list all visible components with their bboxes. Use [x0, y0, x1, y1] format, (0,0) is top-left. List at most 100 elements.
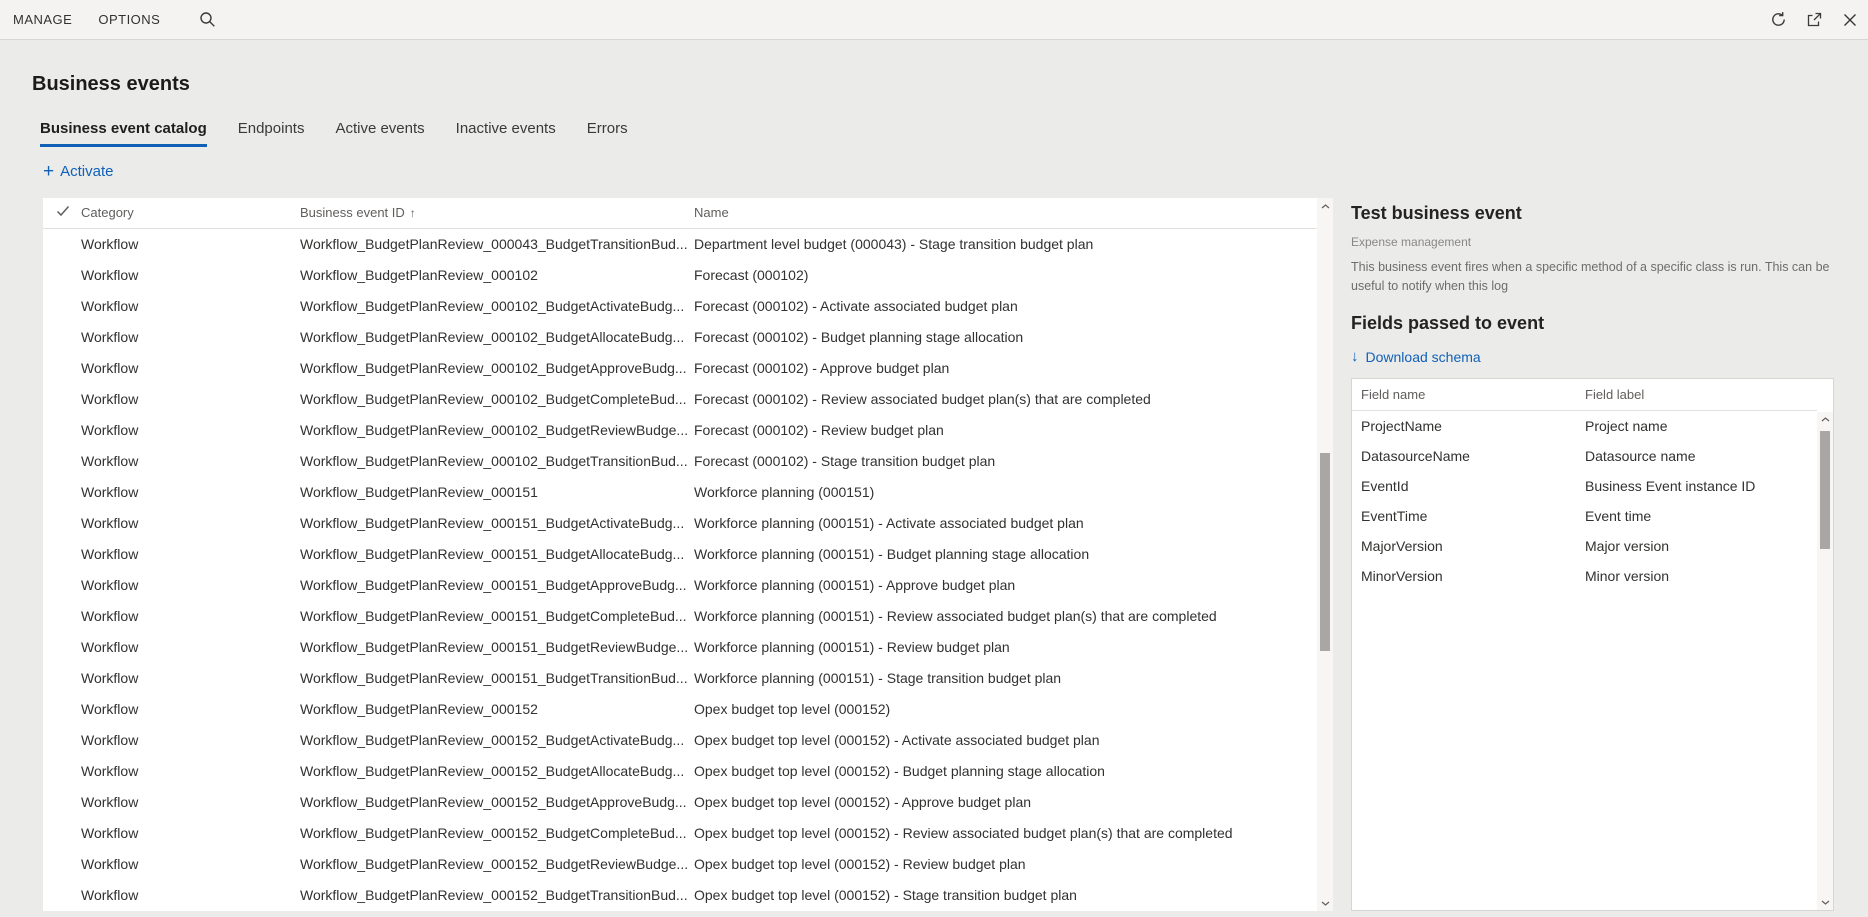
- scrollbar-track[interactable]: [1817, 428, 1833, 895]
- add-icon: +: [43, 161, 55, 182]
- row-select-cell[interactable]: [43, 259, 81, 290]
- row-select-cell[interactable]: [43, 569, 81, 600]
- field-name-cell: MinorVersion: [1361, 567, 1443, 584]
- row-select-cell[interactable]: [43, 755, 81, 786]
- column-header-field-name[interactable]: Field name: [1352, 378, 1576, 411]
- grid-row[interactable]: Workflow Workflow_BudgetPlanReview_00015…: [43, 631, 1317, 662]
- grid-row[interactable]: Workflow Workflow_BudgetPlanReview_00010…: [43, 352, 1317, 383]
- name-cell: Opex budget top level (000152) - Approve…: [694, 793, 1032, 810]
- fields-header-row: Field name Field label: [1352, 378, 1817, 411]
- tab[interactable]: Business event catalog: [40, 120, 207, 147]
- field-row[interactable]: MinorVersion Minor version: [1352, 561, 1817, 591]
- field-row[interactable]: ProjectName Project name: [1352, 411, 1817, 441]
- row-select-cell[interactable]: [43, 228, 81, 259]
- field-row[interactable]: EventTime Event time: [1352, 501, 1817, 531]
- tab[interactable]: Endpoints: [238, 120, 305, 147]
- grid-row[interactable]: Workflow Workflow_BudgetPlanReview_00015…: [43, 786, 1317, 817]
- close-icon: [1843, 13, 1857, 27]
- grid-row[interactable]: Workflow Workflow_BudgetPlanReview_00010…: [43, 259, 1317, 290]
- row-select-cell[interactable]: [43, 786, 81, 817]
- row-select-cell[interactable]: [43, 662, 81, 693]
- grid-scrollbar[interactable]: [1317, 198, 1333, 911]
- scroll-up-icon[interactable]: [1317, 198, 1333, 214]
- row-select-cell[interactable]: [43, 817, 81, 848]
- details-title: Test business event: [1351, 203, 1522, 223]
- details-panel: Test business event Expense management T…: [1351, 198, 1834, 911]
- field-name-cell: MajorVersion: [1361, 537, 1443, 554]
- grid-row[interactable]: Workflow Workflow_BudgetPlanReview_00010…: [43, 445, 1317, 476]
- refresh-button[interactable]: [1760, 0, 1796, 40]
- event-id-cell: Workflow_BudgetPlanReview_000151_BudgetA…: [300, 545, 685, 562]
- row-select-cell[interactable]: [43, 879, 81, 910]
- menu-item[interactable]: OPTIONS: [85, 0, 173, 40]
- tab[interactable]: Active events: [335, 120, 424, 147]
- search-button[interactable]: [189, 0, 225, 40]
- scroll-up-icon[interactable]: [1817, 412, 1833, 428]
- scrollbar-thumb[interactable]: [1820, 430, 1830, 549]
- row-select-cell[interactable]: [43, 848, 81, 879]
- event-id-cell: Workflow_BudgetPlanReview_000152_BudgetR…: [300, 855, 689, 872]
- field-name-cell: EventTime: [1361, 507, 1428, 524]
- column-header-field-label[interactable]: Field label: [1576, 378, 1817, 411]
- details-subtitle: Expense management: [1351, 235, 1472, 249]
- grid-row[interactable]: Workflow Workflow_BudgetPlanReview_00015…: [43, 538, 1317, 569]
- fields-scrollbar[interactable]: [1817, 411, 1833, 910]
- row-select-cell[interactable]: [43, 476, 81, 507]
- scroll-down-icon[interactable]: [1317, 895, 1333, 911]
- name-cell: Forecast (000102) - Review associated bu…: [694, 390, 1151, 407]
- category-cell: Workflow: [81, 421, 139, 438]
- row-select-cell[interactable]: [43, 507, 81, 538]
- grid-row[interactable]: Workflow Workflow_BudgetPlanReview_00010…: [43, 414, 1317, 445]
- scrollbar-thumb[interactable]: [1320, 453, 1330, 651]
- name-cell: Forecast (000102) - Budget planning stag…: [694, 328, 1024, 345]
- grid-row[interactable]: Workflow Workflow_BudgetPlanReview_00004…: [43, 228, 1317, 259]
- row-select-cell[interactable]: [43, 693, 81, 724]
- row-select-cell[interactable]: [43, 600, 81, 631]
- activate-button[interactable]: + Activate: [43, 162, 113, 181]
- row-select-cell[interactable]: [43, 290, 81, 321]
- row-select-cell[interactable]: [43, 383, 81, 414]
- field-row[interactable]: MajorVersion Major version: [1352, 531, 1817, 561]
- grid-row[interactable]: Workflow Workflow_BudgetPlanReview_00015…: [43, 879, 1317, 910]
- select-all-header[interactable]: [43, 198, 81, 229]
- tab[interactable]: Errors: [587, 120, 628, 147]
- category-cell: Workflow: [81, 824, 139, 841]
- row-select-cell[interactable]: [43, 445, 81, 476]
- grid-row[interactable]: Workflow Workflow_BudgetPlanReview_00010…: [43, 290, 1317, 321]
- scroll-down-icon[interactable]: [1817, 894, 1833, 910]
- grid-row[interactable]: Workflow Workflow_BudgetPlanReview_00015…: [43, 569, 1317, 600]
- menu-item[interactable]: MANAGE: [0, 0, 85, 40]
- category-cell: Workflow: [81, 390, 139, 407]
- row-select-cell[interactable]: [43, 414, 81, 445]
- column-header-name[interactable]: Name: [694, 198, 1317, 229]
- grid-row[interactable]: Workflow Workflow_BudgetPlanReview_00015…: [43, 600, 1317, 631]
- grid-row[interactable]: Workflow Workflow_BudgetPlanReview_00015…: [43, 755, 1317, 786]
- field-row[interactable]: EventId Business Event instance ID: [1352, 471, 1817, 501]
- row-select-cell[interactable]: [43, 631, 81, 662]
- row-select-cell[interactable]: [43, 321, 81, 352]
- field-label-cell: Major version: [1585, 537, 1670, 554]
- row-select-cell[interactable]: [43, 352, 81, 383]
- grid-row[interactable]: Workflow Workflow_BudgetPlanReview_00015…: [43, 693, 1317, 724]
- name-cell: Forecast (000102) - Review budget plan: [694, 421, 944, 438]
- category-cell: Workflow: [81, 793, 139, 810]
- download-schema-link[interactable]: ↓ Download schema: [1351, 349, 1481, 365]
- open-in-new-window-button[interactable]: [1796, 0, 1832, 40]
- tab[interactable]: Inactive events: [456, 120, 556, 147]
- grid-row[interactable]: Workflow Workflow_BudgetPlanReview_00010…: [43, 321, 1317, 352]
- grid-row[interactable]: Workflow Workflow_BudgetPlanReview_00015…: [43, 817, 1317, 848]
- close-button[interactable]: [1832, 0, 1868, 40]
- grid-row[interactable]: Workflow Workflow_BudgetPlanReview_00015…: [43, 507, 1317, 538]
- grid-row[interactable]: Workflow Workflow_BudgetPlanReview_00015…: [43, 724, 1317, 755]
- grid-row[interactable]: Workflow Workflow_BudgetPlanReview_00015…: [43, 848, 1317, 879]
- field-name-cell: EventId: [1361, 477, 1409, 494]
- grid-row[interactable]: Workflow Workflow_BudgetPlanReview_00015…: [43, 476, 1317, 507]
- row-select-cell[interactable]: [43, 724, 81, 755]
- field-row[interactable]: DatasourceName Datasource name: [1352, 441, 1817, 471]
- scrollbar-track[interactable]: [1317, 214, 1333, 895]
- row-select-cell[interactable]: [43, 538, 81, 569]
- grid-row[interactable]: Workflow Workflow_BudgetPlanReview_00010…: [43, 383, 1317, 414]
- column-header-business-event-id[interactable]: Business event ID ↑: [300, 198, 694, 229]
- grid-row[interactable]: Workflow Workflow_BudgetPlanReview_00015…: [43, 662, 1317, 693]
- column-header-category[interactable]: Category: [81, 198, 300, 229]
